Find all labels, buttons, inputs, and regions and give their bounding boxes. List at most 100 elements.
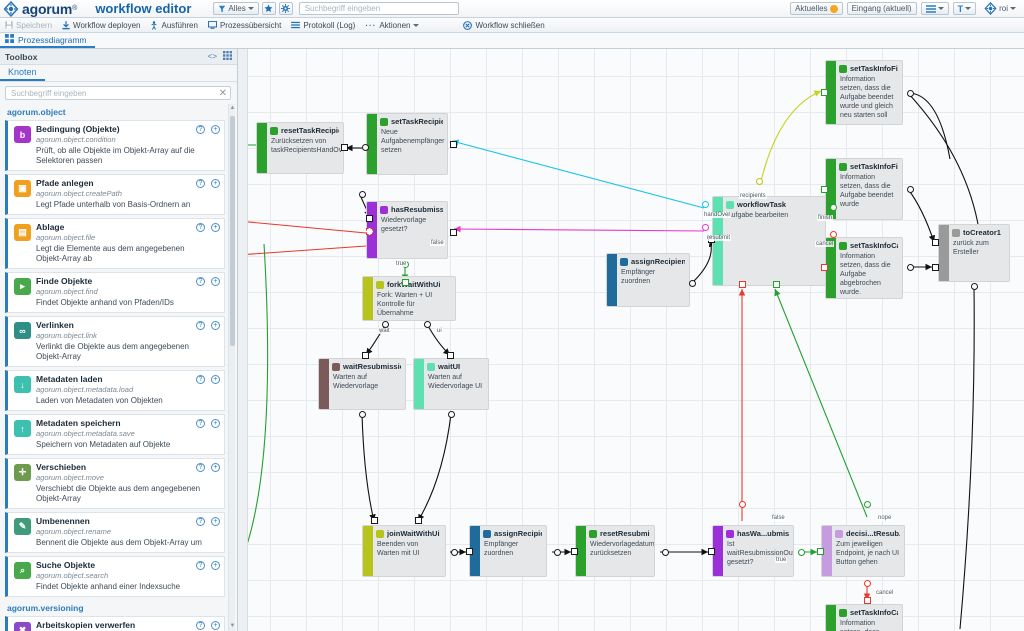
node-port-out[interactable] [907, 90, 914, 97]
grid-icon[interactable] [223, 50, 232, 63]
node-catalog-item[interactable]: ✎ Umbenennen agorum.object.rename Bennent d… [5, 512, 225, 553]
node-port-out[interactable] [382, 321, 389, 328]
scroll-down-arrow-icon[interactable]: ▼ [229, 622, 236, 631]
node-port[interactable] [864, 597, 871, 604]
add-node-icon[interactable]: + [211, 621, 220, 630]
add-node-icon[interactable]: + [211, 517, 220, 526]
node-port-out[interactable] [830, 204, 837, 211]
favorites-star-button[interactable] [261, 2, 276, 15]
workflow-node[interactable]: resetTaskRecipients... Zurücksetzen von t… [256, 122, 344, 174]
node-port[interactable] [821, 89, 828, 96]
node-port[interactable] [341, 144, 348, 151]
add-node-icon[interactable]: + [211, 223, 220, 232]
workflow-node[interactable]: assignRecipients3 Empfänger zuordnen [606, 253, 690, 307]
node-port-out[interactable] [739, 501, 746, 508]
text-size-button[interactable]: T [952, 2, 977, 15]
help-icon[interactable]: ? [196, 517, 205, 526]
add-node-icon[interactable]: + [211, 375, 220, 384]
help-icon[interactable]: ? [196, 321, 205, 330]
workflow-node[interactable]: forkWaitWithUi Fork: Warten + UI Kontroll… [362, 276, 456, 321]
node-port-out[interactable] [689, 280, 696, 287]
settings-button[interactable] [278, 2, 293, 15]
save-button[interactable]: Speichern [0, 18, 57, 33]
node-port-out[interactable] [448, 411, 455, 418]
workflow-node[interactable]: decisi...tResub... Zum jeweiligen Endpoin… [821, 525, 905, 577]
add-node-icon[interactable]: + [211, 125, 220, 134]
toolbox-search-input[interactable] [9, 87, 216, 99]
node-port[interactable] [366, 215, 373, 222]
help-icon[interactable]: ? [196, 463, 205, 472]
toolbox-search-box[interactable]: ✕ [5, 86, 231, 100]
user-menu[interactable]: roi [980, 2, 1020, 15]
node-port[interactable] [447, 352, 454, 359]
node-catalog-item[interactable]: ▸ Finde Objekte agorum.object.find Findet O… [5, 272, 225, 313]
node-port[interactable] [932, 264, 939, 271]
code-toggle-icon[interactable]: <> [208, 52, 217, 61]
log-button[interactable]: Protokoll (Log) [286, 18, 360, 33]
workflow-node[interactable]: joinWaitWithUi Beenden von Warten mit UI [362, 525, 446, 577]
node-port-out[interactable] [451, 549, 458, 556]
node-list-scrollbar[interactable]: ▲ ▼ [228, 104, 235, 631]
add-node-icon[interactable]: + [211, 561, 220, 570]
node-catalog-item[interactable]: ↑ Metadaten speichern agorum.object.metada… [5, 414, 225, 455]
news-button[interactable]: Aktuelles [790, 2, 843, 15]
clear-search-icon[interactable]: ✕ [216, 88, 227, 99]
node-port-out[interactable] [756, 178, 763, 185]
node-port-out[interactable] [362, 144, 369, 151]
global-search-input[interactable] [302, 3, 455, 14]
add-node-icon[interactable]: + [211, 463, 220, 472]
node-catalog-item[interactable]: ▤ Ablage agorum.object.file Legt die Elemen… [5, 218, 225, 269]
node-catalog-item[interactable]: b Bedingung (Objekte) agorum.object.condit… [5, 120, 225, 171]
node-port-out[interactable] [702, 201, 709, 208]
node-port-out[interactable] [359, 411, 366, 418]
node-catalog-item[interactable]: ✖Arbeitskopien verwerfenagorum.versionin… [5, 616, 225, 631]
node-port[interactable] [817, 548, 824, 555]
workflow-node[interactable]: setTaskInfoFinishRe... Information setzen… [825, 60, 903, 125]
node-port-out[interactable] [702, 224, 709, 231]
help-icon[interactable]: ? [196, 621, 205, 630]
node-port[interactable] [773, 281, 780, 288]
close-workflow-button[interactable]: Workflow schließen [458, 18, 549, 33]
workflow-node[interactable]: toCreator1 zurück zum Ersteller [938, 224, 1010, 282]
node-catalog-item[interactable]: ↓ Metadaten laden agorum.object.metadata.l… [5, 370, 225, 411]
scrollbar-thumb[interactable] [230, 116, 235, 346]
view-mode-button[interactable] [920, 2, 949, 15]
node-port[interactable] [739, 281, 746, 288]
help-icon[interactable]: ? [196, 179, 205, 188]
node-port[interactable] [450, 229, 457, 236]
workflow-node[interactable]: hasResubmission Wiedervorlage gesetzt? [366, 201, 448, 259]
workflow-node[interactable]: resetResubmission Wiedervorlagedatum zurü… [575, 525, 655, 577]
add-node-icon[interactable]: + [211, 321, 220, 330]
node-port-out[interactable] [971, 283, 978, 290]
tab-prozessdiagramm[interactable]: Prozessdiagramm [0, 33, 95, 48]
node-catalog-list[interactable]: agorum.object b Bedingung (Objekte) agorum.… [0, 104, 237, 631]
node-port-out[interactable] [864, 501, 871, 508]
help-icon[interactable]: ? [196, 375, 205, 384]
process-overview-button[interactable]: Prozessübersicht [203, 18, 286, 33]
toolbox-tab-knoten[interactable]: Knoten [0, 67, 45, 81]
node-port[interactable] [932, 239, 939, 246]
node-port-out[interactable] [662, 549, 669, 556]
filter-dropdown[interactable]: Alles [213, 2, 259, 15]
scroll-up-arrow-icon[interactable]: ▲ [229, 104, 236, 113]
add-node-icon[interactable]: + [211, 419, 220, 428]
node-catalog-item[interactable]: ✛ Verschieben agorum.object.move Verschiebt… [5, 458, 225, 509]
node-port-out[interactable] [798, 549, 805, 556]
node-port-out[interactable] [554, 549, 561, 556]
help-icon[interactable]: ? [196, 419, 205, 428]
workflow-node[interactable]: setTaskInfoFinish Information setzen, das… [825, 158, 903, 220]
workflow-node[interactable]: workflowTask Aufgabe bearbeiten [712, 196, 826, 286]
node-catalog-item[interactable]: ▣ Pfade anlegen agorum.object.createPath Le… [5, 174, 225, 215]
node-port-out[interactable] [907, 264, 914, 271]
node-port[interactable] [371, 517, 378, 524]
node-port-out[interactable] [907, 186, 914, 193]
help-icon[interactable]: ? [196, 277, 205, 286]
workflow-node[interactable]: setTaskInfoCancel2 Information setzen, da… [825, 604, 903, 631]
actions-menu-button[interactable]: ··· Aktionen [360, 18, 424, 33]
workflow-node[interactable]: waitUI Warten auf Wiedervorlage UI [413, 358, 489, 410]
process-diagram-canvas[interactable]: resetTaskRecipients... Zurücksetzen von t… [238, 49, 1024, 631]
workflow-node[interactable]: waitResubmission Warten auf Wiedervorlage [318, 358, 406, 410]
node-port[interactable] [466, 548, 473, 555]
workflow-node[interactable]: assignRecipients2 Empfänger zuordnen [469, 525, 547, 577]
help-icon[interactable]: ? [196, 223, 205, 232]
